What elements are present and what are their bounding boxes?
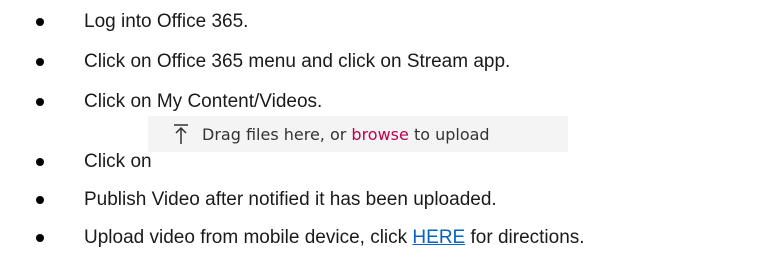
bullet-icon xyxy=(36,18,44,26)
step-text-after: for directions. xyxy=(465,227,585,248)
list-item: Click on Drag files here, or browse to u… xyxy=(0,116,760,176)
bullet-icon xyxy=(36,98,44,106)
bullet-icon xyxy=(36,158,44,166)
step-text: Click on xyxy=(84,151,152,172)
here-link[interactable]: HERE xyxy=(412,227,465,248)
step-text-before: Upload video from mobile device, click xyxy=(84,227,413,248)
list-item: Log into Office 365. xyxy=(0,6,760,36)
bullet-icon xyxy=(36,234,44,242)
step-text: Click on My Content/Videos. xyxy=(84,91,323,112)
browse-link[interactable]: browse xyxy=(351,125,408,144)
step-text: Publish Video after notified it has been… xyxy=(84,189,497,210)
step-text: Upload video from mobile device, click H… xyxy=(84,226,585,250)
upload-prompt-suffix: to upload xyxy=(408,124,490,144)
upload-drop-zone[interactable]: Drag files here, or browse to upload xyxy=(148,116,568,152)
list-item: Click on Office 365 menu and click on St… xyxy=(0,46,760,76)
bullet-icon xyxy=(36,58,44,66)
list-item: Publish Video after notified it has been… xyxy=(0,184,760,214)
list-item: Click on My Content/Videos. xyxy=(0,86,760,116)
list-item: Upload video from mobile device, click H… xyxy=(0,222,760,252)
bullet-icon xyxy=(36,196,44,204)
step-text: Click on Office 365 menu and click on St… xyxy=(84,51,511,72)
upload-prompt-text: Drag files here, or xyxy=(202,124,352,144)
step-text: Log into Office 365. xyxy=(84,11,249,32)
upload-arrow-icon xyxy=(174,124,188,144)
